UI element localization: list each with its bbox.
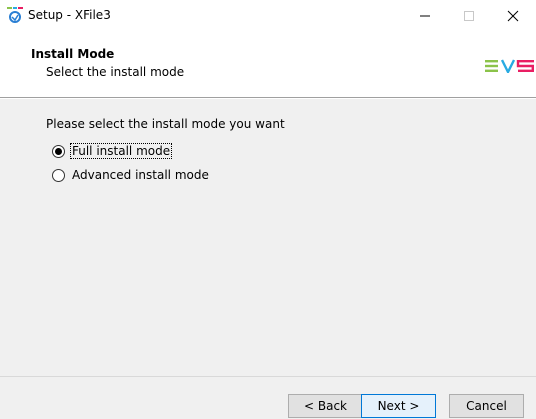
minimize-icon <box>420 15 430 16</box>
advanced-install-label[interactable]: Advanced install mode <box>71 168 210 182</box>
page-title: Install Mode <box>31 47 115 61</box>
full-install-option[interactable]: Full install mode <box>52 142 173 160</box>
advanced-install-option[interactable]: Advanced install mode <box>52 166 210 184</box>
back-button[interactable]: < Back <box>288 394 363 418</box>
advanced-install-radio[interactable] <box>52 168 65 182</box>
evs-logo <box>485 59 534 73</box>
page-subtitle: Select the install mode <box>46 65 185 79</box>
close-icon <box>507 10 519 21</box>
full-install-radio[interactable] <box>52 144 65 158</box>
wizard-header: Install Mode Select the install mode <box>0 31 536 97</box>
wizard-footer: < Back Next > Cancel <box>0 376 536 419</box>
title-bar: Setup - XFile3 <box>0 0 536 31</box>
wizard-content: Please select the install mode you want … <box>0 99 536 376</box>
next-button[interactable]: Next > <box>361 394 436 418</box>
maximize-button[interactable] <box>446 0 492 31</box>
minimize-button[interactable] <box>402 0 448 31</box>
window-title: Setup - XFile3 <box>28 8 111 22</box>
maximize-icon <box>464 10 474 21</box>
install-mode-prompt: Please select the install mode you want <box>46 117 285 131</box>
close-button[interactable] <box>490 0 536 31</box>
cancel-button[interactable]: Cancel <box>449 394 524 418</box>
full-install-label[interactable]: Full install mode <box>69 143 173 159</box>
setup-app-icon <box>7 7 23 23</box>
